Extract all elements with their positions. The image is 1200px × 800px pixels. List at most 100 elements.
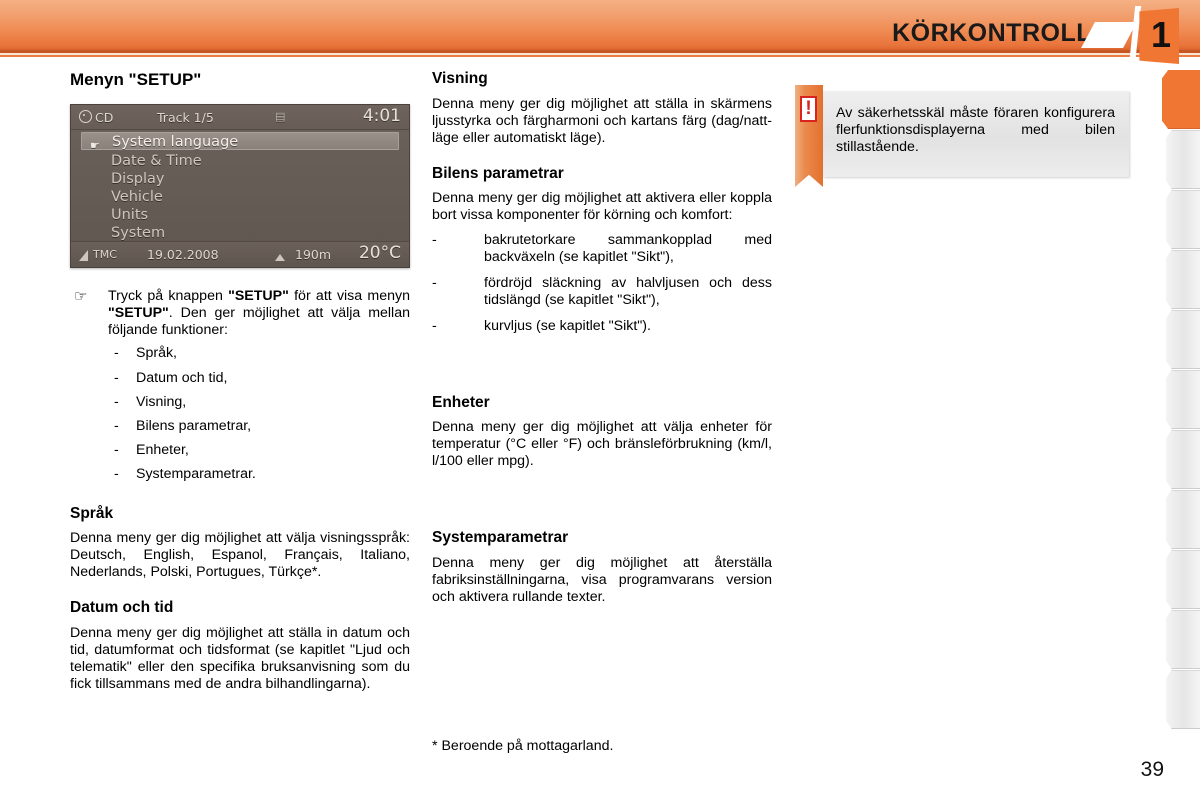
pointing-hand-icon: ☞: [74, 288, 88, 306]
dash-bullet: -: [114, 465, 119, 482]
enheter-heading: Enheter: [432, 393, 490, 411]
screen-altitude-label: 190m: [295, 247, 332, 263]
sprak-body: Denna meny ger dig möjlighet att välja v…: [70, 530, 410, 581]
warning-text: Av säkerhetsskäl måste föraren konfigure…: [836, 105, 1115, 156]
middle-column: Visning Denna meny ger dig möjlighet att…: [432, 70, 772, 606]
chapter-tab-8[interactable]: [1166, 490, 1200, 549]
chapter-number: 1: [1150, 14, 1172, 55]
visning-section: Visning Denna meny ger dig möjlighet att…: [432, 70, 772, 147]
cd-icon: [79, 110, 92, 125]
list-item-label: Systemparametrar.: [136, 465, 256, 482]
screen-tmc-label: TMC: [93, 248, 117, 262]
enheter-section: Enheter Denna meny ger dig möjlighet att…: [432, 394, 772, 471]
screen-date-label: 19.02.2008: [147, 247, 219, 263]
exclamation-icon: !: [800, 96, 817, 122]
list-item-label: Enheter,: [136, 441, 189, 458]
tmc-icon: [79, 248, 88, 263]
list-item: - Systemparametrar.: [108, 466, 410, 483]
screen-menu-item-system-language[interactable]: ☛ System language: [81, 132, 399, 152]
setup-instruction-text: Tryck på knappen "SETUP" för att visa me…: [108, 288, 411, 339]
bilens-parametrar-list: - bakrutetorkare sammankopplad med backvä…: [432, 232, 772, 335]
list-item-label: Språk,: [136, 345, 178, 362]
screen-source-label: CD: [95, 110, 114, 126]
dash-bullet: -: [432, 275, 437, 292]
dash-bullet: -: [114, 345, 119, 362]
list-item-label: fördröjd släckning av halvljusen och des…: [484, 275, 772, 309]
page-number: 39: [1140, 758, 1164, 781]
page-header: KÖRKONTROLL 1: [0, 0, 1200, 66]
chapter-tab-7[interactable]: [1166, 430, 1200, 489]
chapter-tab-11[interactable]: [1166, 670, 1200, 729]
screen-temperature-label: 20°C: [358, 243, 401, 264]
chapter-tab-4[interactable]: [1166, 250, 1200, 309]
screen-menu-item-label: Display: [111, 171, 165, 188]
list-item-label: kurvljus (se kapitlet "Sikt").: [484, 318, 651, 335]
chapter-tab-strip: [1160, 70, 1200, 730]
dash-bullet: -: [114, 393, 119, 410]
dash-bullet: -: [114, 417, 119, 434]
dash-bullet: -: [432, 318, 437, 335]
screen-menu-item-system[interactable]: System: [81, 224, 399, 242]
chapter-tab-3[interactable]: [1166, 190, 1200, 249]
screen-menu-item-label: Vehicle: [111, 189, 163, 206]
datum-och-tid-section: Datum och tid Denna meny ger dig möjligh…: [70, 599, 410, 693]
screen-top-bar: CD Track 1/5 ▤ 4:01: [71, 105, 409, 131]
list-item: - Språk,: [108, 345, 410, 362]
list-item: - Visning,: [108, 394, 410, 411]
screen-time-label: 4:01: [362, 106, 401, 127]
enheter-body: Denna meny ger dig möjlighet att välja e…: [432, 419, 772, 470]
list-item-label: Visning,: [136, 393, 187, 410]
right-column: ! Av säkerhetsskäl måste föraren konfigu…: [795, 70, 1135, 187]
list-item: - fördröjd släckning av halvljusen och de…: [432, 275, 772, 309]
screen-menu-item-date-time[interactable]: Date & Time: [81, 152, 399, 170]
header-rule-thin: [0, 55, 1200, 57]
chapter-tab-5[interactable]: [1166, 310, 1200, 369]
chapter-tab-2[interactable]: [1166, 130, 1200, 189]
list-item: - kurvljus (se kapitlet "Sikt").: [432, 318, 772, 335]
systemparametrar-heading: Systemparametrar: [432, 529, 569, 547]
list-item: - Datum och tid,: [108, 370, 410, 387]
setup-menu-screen-image: CD Track 1/5 ▤ 4:01 ☛ System language Da…: [70, 104, 410, 269]
screen-menu-list: ☛ System language Date & Time Display Ve…: [71, 130, 409, 243]
setup-instruction-block: ☞ Tryck på knappen "SETUP" för att visa …: [70, 288, 410, 482]
dash-bullet: -: [432, 232, 437, 249]
screen-menu-item-units[interactable]: Units: [81, 206, 399, 224]
chapter-tab-6[interactable]: [1166, 370, 1200, 429]
systemparametrar-body: Denna meny ger dig möjlighet att återstä…: [432, 554, 772, 605]
screen-menu-item-label: Units: [111, 207, 149, 224]
bilens-parametrar-heading: Bilens parametrar: [432, 164, 564, 182]
visning-heading: Visning: [432, 70, 488, 87]
screen-track-label: Track 1/5: [157, 110, 214, 126]
chapter-tab-10[interactable]: [1166, 610, 1200, 669]
page-title: Menyn "SETUP": [70, 70, 202, 89]
left-column: Menyn "SETUP" CD Track 1/5 ▤ 4:01 ☛ Syst…: [70, 70, 410, 693]
bilens-parametrar-section: Bilens parametrar Denna meny ger dig möj…: [432, 165, 772, 336]
chapter-title: KÖRKONTROLL: [892, 19, 1092, 47]
bilens-parametrar-body: Denna meny ger dig möjlighet att aktiver…: [432, 190, 772, 224]
list-item: - bakrutetorkare sammankopplad med backvä…: [432, 232, 772, 266]
sprak-section: Språk Denna meny ger dig möjlighet att v…: [70, 505, 410, 582]
datum-och-tid-heading: Datum och tid: [70, 599, 174, 617]
systemparametrar-section: Systemparametrar Denna meny ger dig möjl…: [432, 529, 772, 606]
safety-warning-box: ! Av säkerhetsskäl måste föraren konfigu…: [795, 85, 1135, 187]
setup-function-list: - Språk, - Datum och tid, - Visning, - Bilen…: [108, 345, 410, 482]
altitude-icon: [275, 249, 285, 264]
chapter-tab-9[interactable]: [1166, 550, 1200, 609]
screen-status-bar: TMC 19.02.2008 190m 20°C: [71, 241, 409, 268]
screen-media-icon: ▤: [275, 110, 286, 124]
screen-menu-item-label: System language: [112, 134, 239, 151]
chapter-tab-1[interactable]: [1162, 70, 1200, 129]
sprak-heading: Språk: [70, 504, 114, 522]
visning-body: Denna meny ger dig möjlighet att ställa …: [432, 95, 772, 146]
list-item-label: Datum och tid,: [136, 369, 228, 386]
list-item: - Bilens parametrar,: [108, 418, 410, 435]
screen-menu-item-display[interactable]: Display: [81, 170, 399, 188]
screen-menu-item-vehicle[interactable]: Vehicle: [81, 188, 399, 206]
dash-bullet: -: [114, 369, 119, 386]
list-item-label: bakrutetorkare sammankopplad med backväx…: [484, 232, 772, 266]
footnote: * Beroende på mottagarland.: [432, 738, 614, 754]
warning-body: Av säkerhetsskäl måste föraren konfigure…: [823, 91, 1129, 177]
datum-och-tid-body: Denna meny ger dig möjlighet att ställa …: [70, 624, 410, 693]
list-item: - Enheter,: [108, 442, 410, 459]
screen-menu-item-label: Date & Time: [111, 153, 202, 170]
